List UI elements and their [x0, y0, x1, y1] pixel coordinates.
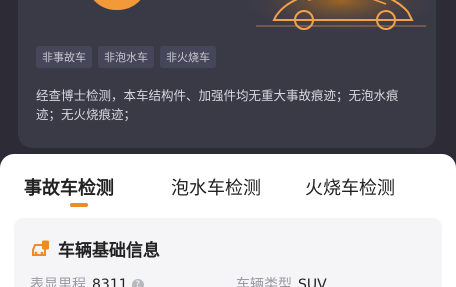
help-icon[interactable]: ? [131, 279, 144, 287]
tag-non-fire: 非火烧车 [160, 46, 216, 68]
car-glow-icon [249, 0, 433, 36]
tab-accident[interactable]: 事故车检测 [24, 174, 114, 200]
detail-sheet: 事故车检测 泡水车检测 火烧车检测 车辆基础信息 表显里程 8311? 车辆类型 S… [0, 154, 456, 287]
info-title: 车辆基础信息 [58, 241, 160, 261]
report-description: 经查博士检测，本车结构件、加强件均无重大事故痕迹；无泡水痕迹；无火烧痕迹； [36, 88, 399, 122]
tab-flood[interactable]: 泡水车检测 [171, 174, 261, 200]
tag-row: 非事故车 非泡水车 非火烧车 [36, 46, 216, 68]
field-mileage: 表显里程 8311? [30, 274, 144, 287]
field-mileage-label: 表显里程 [30, 277, 86, 287]
tag-non-accident: 非事故车 [36, 46, 92, 68]
basic-info-panel: 车辆基础信息 表显里程 8311? 车辆类型 SUV [14, 218, 442, 287]
field-vehicle-type-label: 车辆类型 [236, 277, 292, 287]
tab-bar: 事故车检测 泡水车检测 火烧车检测 [0, 154, 456, 212]
page: 级 非事故车 非泡水车 非火烧车 经查博士检测，本车结构件、加强件均无重大事故痕… [0, 0, 456, 287]
info-title-row: 车辆基础信息 [30, 236, 160, 261]
report-card: 级 非事故车 非泡水车 非火烧车 经查博士检测，本车结构件、加强件均无重大事故痕… [18, 0, 436, 148]
tab-fire[interactable]: 火烧车检测 [305, 174, 395, 200]
field-vehicle-type-value: SUV [298, 277, 327, 287]
field-vehicle-type: 车辆类型 SUV [236, 274, 327, 287]
active-tab-indicator [70, 203, 88, 207]
car-info-icon [32, 240, 49, 256]
field-mileage-value: 8311 [92, 277, 128, 287]
tag-non-flood: 非泡水车 [98, 46, 154, 68]
grade-badge [86, 0, 148, 10]
